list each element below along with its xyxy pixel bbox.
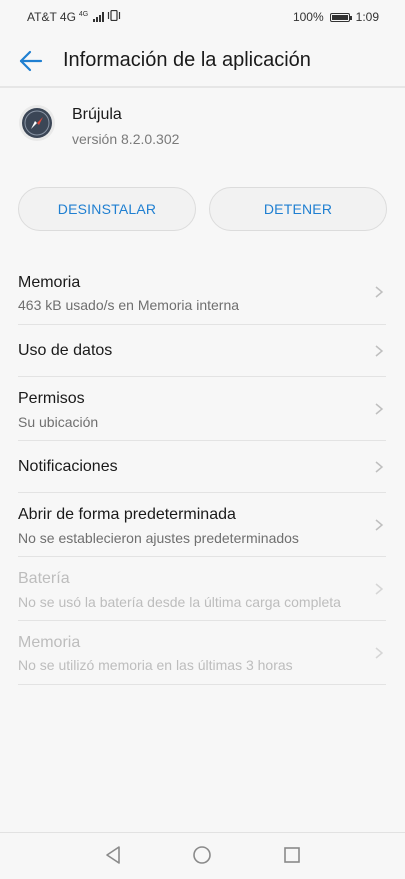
list-item-permissions[interactable]: Permisos Su ubicación (0, 377, 405, 441)
list-item-subtitle: No se usó la batería desde la última car… (18, 594, 341, 610)
list-item-subtitle: No se utilizó memoria en las últimas 3 h… (18, 657, 293, 673)
arrow-left-icon[interactable] (18, 48, 44, 74)
signal-icon (93, 12, 105, 22)
header-divider (0, 86, 405, 88)
triangle-back-icon[interactable] (103, 845, 123, 865)
list-item-title: Memoria (18, 274, 81, 291)
list-item-battery: Batería No se usó la batería desde la úl… (0, 557, 405, 621)
list-item-memory-usage: Memoria No se utilizó memoria en las últ… (0, 621, 405, 685)
chevron-right-icon (375, 583, 384, 595)
list-item-subtitle: Su ubicación (18, 414, 99, 430)
chevron-right-icon (375, 519, 384, 531)
circle-home-icon[interactable] (192, 845, 212, 865)
status-right: 100% 1:09 (293, 10, 379, 24)
chevron-right-icon (375, 403, 384, 415)
app-bar: Información de la aplicación (0, 34, 405, 86)
list-item-title: Abrir de forma predeterminada (18, 506, 236, 523)
list-item-memory[interactable]: Memoria 463 kB usado/s en Memoria intern… (0, 258, 405, 325)
chevron-right-icon (375, 461, 384, 473)
uninstall-button[interactable]: DESINSTALAR (18, 187, 196, 231)
app-version: versión 8.2.0.302 (72, 131, 180, 147)
list-item-subtitle: 463 kB usado/s en Memoria interna (18, 297, 240, 313)
status-left: AT&T 4G 4G (27, 9, 121, 24)
vibrate-icon (107, 9, 121, 24)
status-bar: AT&T 4G 4G 100% 1:09 (0, 0, 405, 34)
list-item-title: Permisos (18, 390, 85, 407)
list-item-subtitle: No se establecieron ajustes predetermina… (18, 530, 299, 546)
battery-percent: 100% (292, 10, 324, 24)
list-item-notifications[interactable]: Notificaciones (0, 441, 405, 493)
compass-icon (22, 108, 52, 138)
chevron-right-icon (375, 345, 384, 357)
list-item-title: Memoria (18, 634, 81, 651)
battery-icon (329, 12, 352, 22)
carrier-label: AT&T 4G (27, 10, 76, 24)
clock: 1:09 (355, 10, 379, 24)
list-item-data-usage[interactable]: Uso de datos (0, 325, 405, 377)
navigation-bar (0, 832, 405, 879)
divider (18, 684, 386, 685)
stop-button[interactable]: DETENER (209, 187, 387, 231)
page-title: Información de la aplicación (63, 49, 311, 71)
chevron-right-icon (375, 647, 384, 659)
app-name: Brújula (72, 106, 122, 123)
settings-list: Memoria 463 kB usado/s en Memoria intern… (0, 258, 405, 685)
chevron-right-icon (375, 286, 384, 298)
list-item-open-by-default[interactable]: Abrir de forma predeterminada No se esta… (0, 493, 405, 557)
list-item-title: Notificaciones (18, 458, 118, 475)
list-item-title: Uso de datos (18, 342, 113, 359)
list-item-title: Batería (18, 570, 70, 587)
square-recent-icon[interactable] (283, 846, 301, 864)
network-small-label: 4G (78, 10, 89, 18)
